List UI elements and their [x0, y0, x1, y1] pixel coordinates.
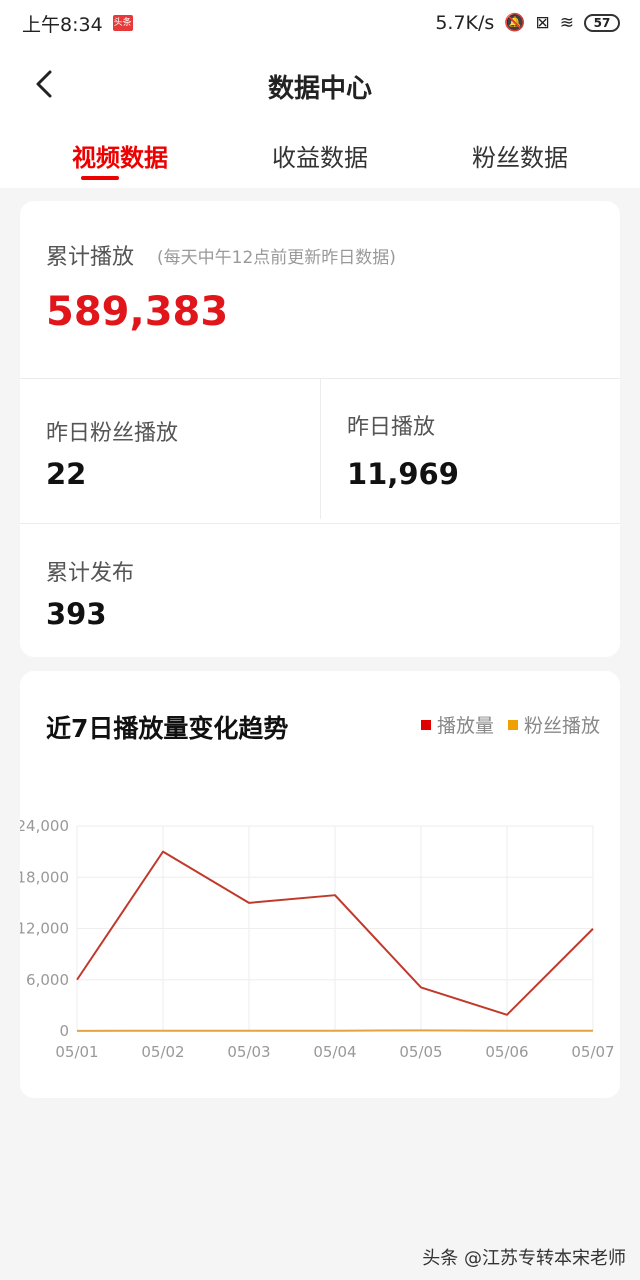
trend-line-chart: 0 6,000 12,000 18,000 24,000 05/01 05/02 05/03 0… [20, 817, 615, 1061]
header: 数据中心 视频数据 收益数据 粉丝数据 [0, 46, 640, 188]
yesterday-plays-value: 11,969 [347, 457, 459, 491]
battery-icon: 57 [584, 14, 620, 32]
update-note: (每天中午12点前更新昨日数据) [157, 248, 396, 268]
x-tick-label: 05/02 [141, 1043, 184, 1061]
total-plays-label: 累计播放 [46, 245, 135, 270]
page-title: 数据中心 [267, 74, 372, 104]
divider [20, 523, 620, 524]
fan-plays-label: 昨日粉丝播放 [46, 421, 179, 446]
x-tick-label: 05/03 [227, 1043, 270, 1061]
watermark: 头条 @江苏专转本宋老师 [422, 1248, 626, 1269]
toutiao-app-icon: 头条 [112, 15, 133, 31]
tab-bar: 视频数据 收益数据 粉丝数据 [0, 138, 640, 188]
y-tick-label: 6,000 [26, 971, 69, 989]
tab-video-data[interactable]: 视频数据 [20, 138, 220, 188]
y-tick-label: 18,000 [20, 868, 69, 886]
published-label: 累计发布 [46, 561, 135, 586]
tab-fans-data[interactable]: 粉丝数据 [420, 138, 620, 188]
x-tick-label: 05/01 [55, 1043, 98, 1061]
trend-card: 近7日播放量变化趋势 播放量 粉丝播放 0 6,000 12,000 18,000 24… [20, 671, 620, 1098]
y-tick-label: 24,000 [20, 817, 69, 835]
chart-legend: 播放量 粉丝播放 [420, 711, 600, 738]
tab-revenue-data[interactable]: 收益数据 [220, 138, 420, 188]
legend-item-fan-plays[interactable]: 粉丝播放 [507, 711, 600, 738]
wifi-icon: ≋ [559, 13, 574, 33]
y-tick-label: 0 [59, 1022, 69, 1040]
x-tick-label: 05/04 [313, 1043, 356, 1061]
divider [320, 379, 321, 519]
trend-title: 近7日播放量变化趋势 [46, 714, 289, 743]
fan-plays-value: 22 [46, 457, 87, 491]
summary-card: 累计播放 (每天中午12点前更新昨日数据) 589,383 昨日粉丝播放 22 … [20, 201, 620, 657]
legend-label-plays: 播放量 [436, 715, 494, 737]
sim-off-icon: ⊠ [535, 13, 550, 33]
x-tick-label: 05/06 [485, 1043, 528, 1061]
network-speed: 5.7K/s [435, 12, 495, 34]
x-tick-label: 05/07 [571, 1043, 614, 1061]
status-time: 上午8:34 [22, 13, 103, 36]
yesterday-plays-label: 昨日播放 [347, 415, 436, 440]
bell-muted-icon: 🔕 [504, 13, 526, 33]
active-tab-indicator [81, 176, 119, 180]
x-tick-label: 05/05 [399, 1043, 442, 1061]
status-bar: 上午8:34 头条 5.7K/s 🔕 ⊠ ≋ 57 [0, 0, 640, 46]
published-value: 393 [46, 597, 107, 631]
legend-swatch-plays [420, 719, 431, 730]
series-line-fan-plays [76, 1029, 594, 1032]
legend-label-fan-plays: 粉丝播放 [523, 715, 600, 737]
legend-swatch-fan-plays [507, 719, 518, 730]
total-plays-value: 589,383 [46, 289, 229, 335]
legend-item-plays[interactable]: 播放量 [420, 711, 494, 738]
y-tick-label: 12,000 [20, 920, 69, 938]
